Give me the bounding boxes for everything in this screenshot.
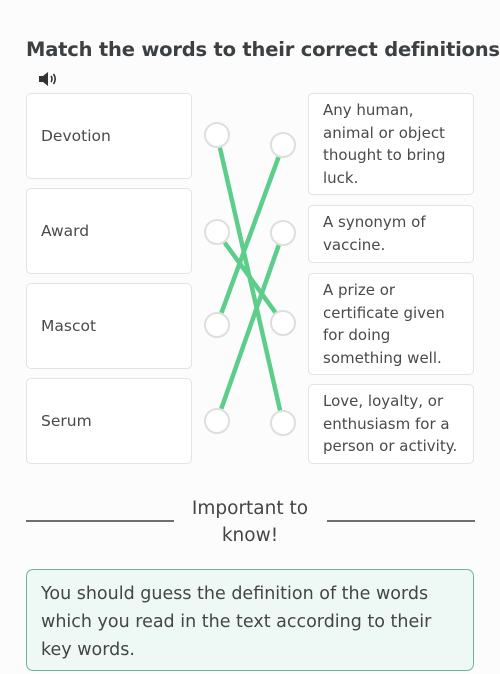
definition-label: A synonym of vaccine. [323, 213, 426, 254]
definition-card-4[interactable]: Love, loyalty, or enthusiasm for a perso… [308, 384, 474, 464]
word-label: Devotion [41, 127, 111, 145]
definition-label: Love, loyalty, or enthusiasm for a perso… [323, 392, 458, 455]
word-node-2[interactable] [204, 219, 230, 245]
definition-label: A prize or certificate given for doing s… [323, 281, 445, 367]
connector-line [222, 241, 278, 314]
definition-node-1[interactable] [270, 132, 296, 158]
word-label: Mascot [41, 317, 97, 335]
speaker-icon[interactable] [38, 70, 60, 88]
word-label: Serum [41, 412, 92, 430]
word-card-mascot[interactable]: Mascot [26, 283, 192, 369]
definition-card-3[interactable]: A prize or certificate given for doing s… [308, 273, 474, 375]
connector-line [217, 147, 283, 411]
divider-right [327, 520, 475, 522]
word-label: Award [41, 222, 90, 240]
divider-left [26, 520, 174, 522]
definition-card-1[interactable]: Any human, animal or object thought to b… [308, 93, 474, 195]
instruction-title: Match the words to their correct definit… [26, 38, 500, 61]
definition-node-4[interactable] [270, 410, 296, 436]
definition-card-2[interactable]: A synonym of vaccine. [308, 205, 474, 263]
definition-label: Any human, animal or object thought to b… [323, 101, 446, 187]
word-card-devotion[interactable]: Devotion [26, 93, 192, 179]
word-card-serum[interactable]: Serum [26, 378, 192, 464]
definition-node-3[interactable] [270, 310, 296, 336]
important-note: You should guess the definition of the w… [26, 569, 474, 671]
word-node-3[interactable] [204, 312, 230, 338]
word-node-1[interactable] [204, 122, 230, 148]
important-heading: Important to know! [191, 498, 309, 546]
word-card-award[interactable]: Award [26, 188, 192, 274]
word-node-4[interactable] [204, 408, 230, 434]
definition-node-2[interactable] [270, 220, 296, 246]
note-text: You should guess the definition of the w… [41, 584, 432, 660]
